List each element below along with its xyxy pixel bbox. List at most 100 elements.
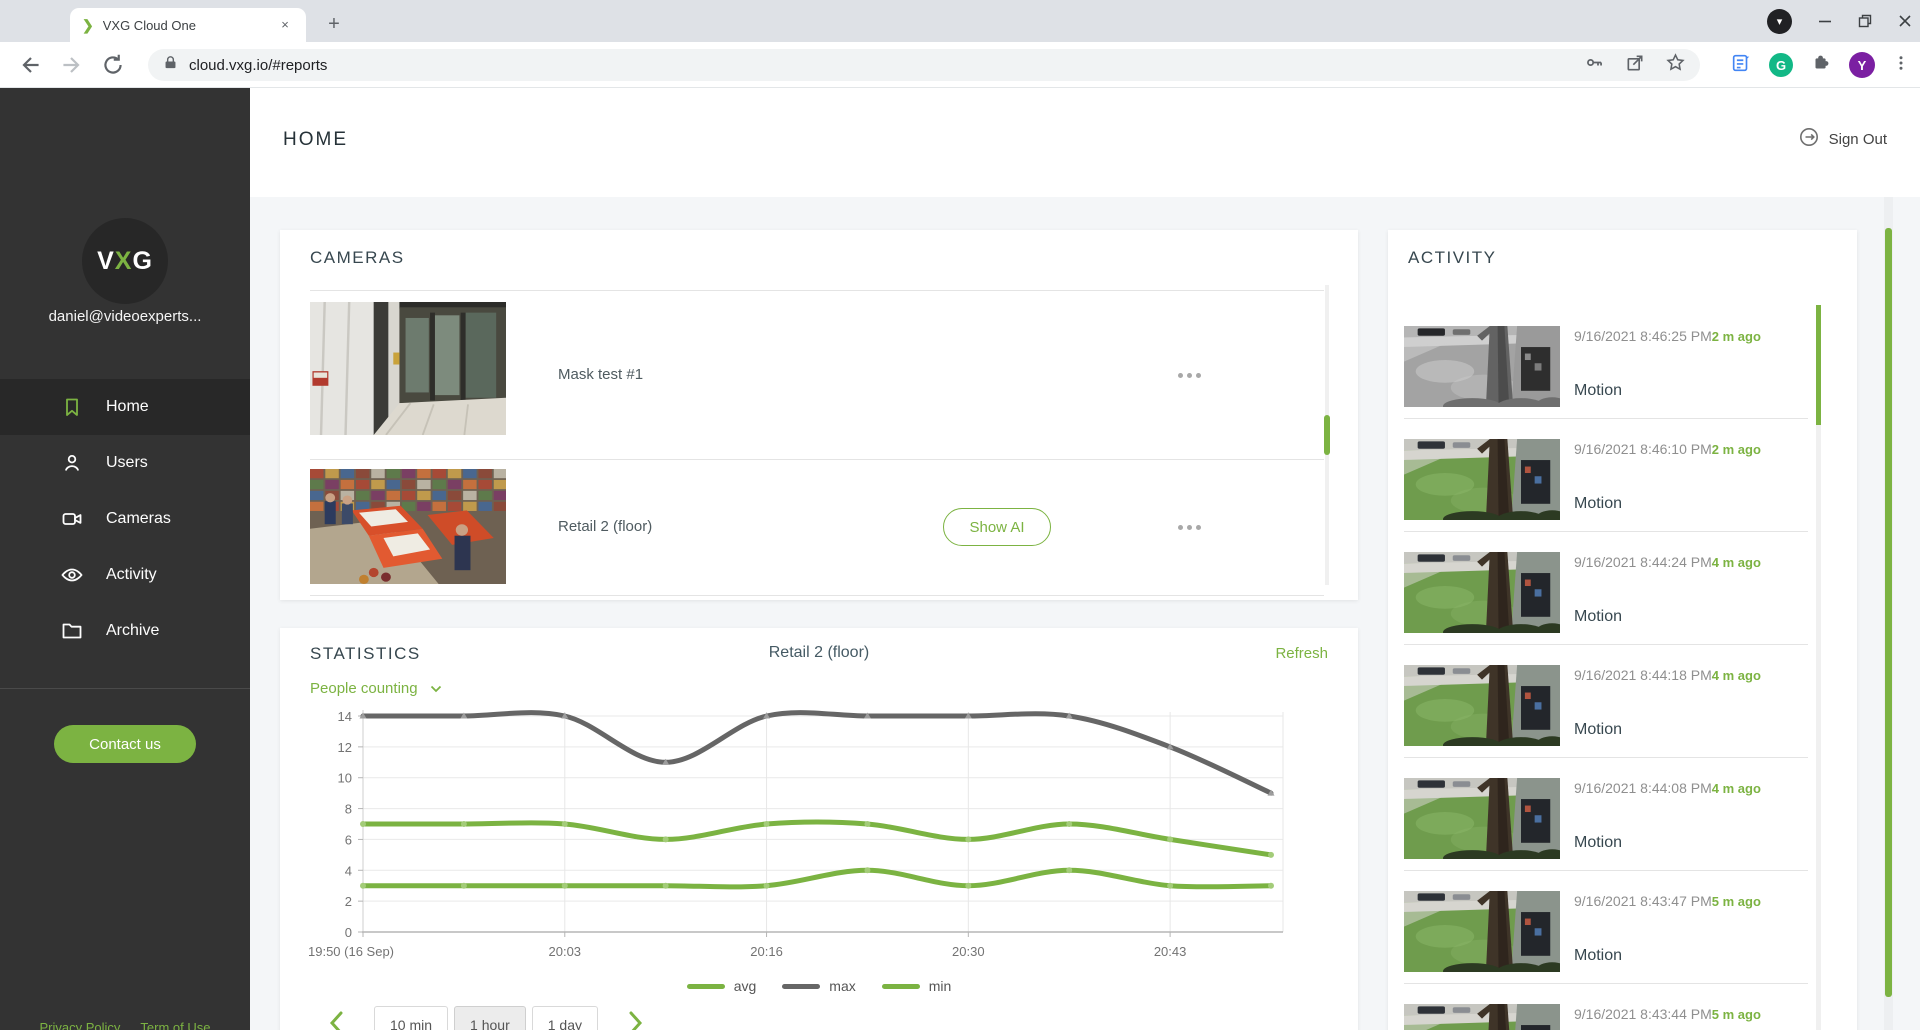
profile-avatar[interactable]: Y: [1849, 52, 1875, 78]
metric-dropdown[interactable]: People counting: [310, 680, 442, 697]
event-time-ago: 4 m ago: [1712, 668, 1761, 683]
camera-thumbnail[interactable]: [310, 469, 506, 584]
close-window-button[interactable]: [1898, 14, 1912, 28]
user-email: daniel@videoexperts...: [0, 308, 250, 325]
event-type-label: Motion: [1574, 721, 1622, 739]
activity-event[interactable]: 9/16/2021 8:43:47 PM5 m agoMotion: [1388, 891, 1857, 1004]
privacy-policy-link[interactable]: Privacy Policy: [40, 1020, 121, 1030]
sign-out-icon: [1798, 126, 1820, 152]
address-bar[interactable]: cloud.vxg.io/#reports: [148, 49, 1700, 81]
activity-event[interactable]: 9/16/2021 8:44:08 PM4 m agoMotion: [1388, 778, 1857, 891]
lock-icon: [162, 54, 179, 76]
svg-text:10: 10: [338, 771, 352, 786]
activity-event[interactable]: 9/16/2021 8:44:18 PM4 m ago Motion: [1388, 665, 1857, 778]
browser-menu-kebab-icon[interactable]: [1892, 54, 1910, 77]
event-timestamp: 9/16/2021 8:46:10 PM2 m ago: [1574, 441, 1761, 457]
event-thumbnail[interactable]: [1404, 326, 1560, 407]
password-key-icon[interactable]: [1584, 52, 1605, 78]
grammarly-extension-icon[interactable]: G: [1769, 53, 1793, 77]
camera-row[interactable]: Retail 2 (floor)Show AI: [280, 459, 1358, 595]
event-thumbnail[interactable]: [1404, 891, 1560, 972]
legend-item-max[interactable]: max: [782, 978, 855, 994]
activity-scrollbar-thumb[interactable]: [1816, 305, 1821, 425]
svg-text:6: 6: [345, 832, 352, 847]
event-thumbnail[interactable]: [1404, 439, 1560, 520]
range-button-1-day[interactable]: 1 day: [532, 1006, 598, 1030]
sidebar-item-label: Home: [106, 398, 149, 416]
legend-swatch: [687, 984, 725, 989]
extensions-puzzle-icon[interactable]: [1810, 52, 1832, 79]
legend-label: max: [829, 978, 855, 994]
camera-menu-kebab-icon[interactable]: [1178, 373, 1201, 378]
event-timestamp: 9/16/2021 8:44:08 PM4 m ago: [1574, 780, 1761, 796]
event-thumbnail[interactable]: [1404, 1004, 1560, 1030]
range-button-1-hour[interactable]: 1 hour: [454, 1006, 526, 1030]
tab-close-icon[interactable]: ×: [276, 16, 294, 34]
chevron-right-icon[interactable]: [624, 1010, 646, 1030]
url-text[interactable]: cloud.vxg.io/#reports: [189, 57, 1584, 74]
svg-text:12: 12: [338, 740, 352, 755]
activity-event[interactable]: 9/16/2021 8:43:44 PM5 m agoMotion: [1388, 1004, 1857, 1030]
cameras-scrollbar-thumb[interactable]: [1324, 415, 1330, 455]
svg-text:4: 4: [345, 863, 352, 878]
forward-icon[interactable]: [58, 52, 84, 78]
divider: [1404, 531, 1808, 532]
svg-text:19:50 (16 Sep): 19:50 (16 Sep): [308, 944, 394, 959]
folder-icon: [60, 619, 84, 643]
sign-out-label: Sign Out: [1829, 131, 1887, 148]
event-thumbnail[interactable]: [1404, 552, 1560, 633]
bookmark-star-icon[interactable]: [1665, 52, 1686, 78]
camera-thumbnail[interactable]: [310, 302, 506, 435]
event-time-ago: 4 m ago: [1712, 781, 1761, 796]
event-timestamp: 9/16/2021 8:46:25 PM2 m ago: [1574, 328, 1761, 344]
user-icon: [60, 451, 84, 475]
activity-scrollbar[interactable]: [1816, 305, 1821, 1030]
svg-text:20:30: 20:30: [952, 944, 985, 959]
terms-of-use-link[interactable]: Term of Use: [140, 1020, 210, 1030]
range-button-10-min[interactable]: 10 min: [374, 1006, 448, 1030]
sidebar-item-activity[interactable]: Activity: [0, 547, 250, 603]
statistics-chart: 0246810121419:50 (16 Sep)20:0320:1620:30…: [308, 708, 1293, 971]
browser-update-icon[interactable]: ▾: [1767, 9, 1792, 34]
minimize-button[interactable]: [1818, 14, 1832, 28]
activity-event[interactable]: 9/16/2021 8:46:25 PM2 m ago Motion: [1388, 326, 1857, 439]
event-type-label: Motion: [1574, 382, 1622, 400]
camera-row[interactable]: Mask test #1: [280, 290, 1358, 459]
browser-tab[interactable]: ❯ VXG Cloud One ×: [70, 8, 306, 42]
event-time-ago: 5 m ago: [1712, 1007, 1761, 1022]
svg-text:14: 14: [338, 709, 352, 724]
page-scrollbar[interactable]: [1884, 197, 1893, 1030]
event-thumbnail[interactable]: [1404, 778, 1560, 859]
event-timestamp: 9/16/2021 8:44:18 PM4 m ago: [1574, 667, 1761, 683]
restore-button[interactable]: [1858, 14, 1872, 28]
sidebar-item-home[interactable]: Home: [0, 379, 250, 435]
chevron-left-icon[interactable]: [326, 1010, 348, 1030]
divider: [1404, 983, 1808, 984]
sidebar-divider: [0, 688, 250, 689]
event-timestamp: 9/16/2021 8:43:47 PM5 m ago: [1574, 893, 1761, 909]
refresh-icon[interactable]: [100, 52, 126, 78]
activity-event[interactable]: 9/16/2021 8:44:24 PM4 m agoMotion: [1388, 552, 1857, 665]
show-ai-button[interactable]: Show AI: [943, 508, 1051, 546]
new-tab-button[interactable]: +: [322, 13, 346, 37]
sign-out-button[interactable]: Sign Out: [1798, 126, 1887, 152]
back-icon[interactable]: [18, 52, 44, 78]
svg-text:20:16: 20:16: [750, 944, 783, 959]
activity-event[interactable]: 9/16/2021 8:46:10 PM2 m agoMotion: [1388, 439, 1857, 552]
logo-x: X: [115, 247, 133, 276]
refresh-link[interactable]: Refresh: [1275, 645, 1328, 662]
legend-item-min[interactable]: min: [882, 978, 952, 994]
event-thumbnail[interactable]: [1404, 665, 1560, 746]
cameras-scrollbar[interactable]: [1325, 285, 1329, 585]
page-scrollbar-thumb[interactable]: [1885, 228, 1892, 997]
reading-list-icon[interactable]: [1730, 52, 1752, 79]
camera-menu-kebab-icon[interactable]: [1178, 525, 1201, 530]
legend-label: min: [929, 978, 952, 994]
divider: [310, 595, 1324, 596]
open-in-new-icon[interactable]: [1625, 53, 1645, 78]
contact-us-button[interactable]: Contact us: [54, 725, 196, 763]
sidebar-item-users[interactable]: Users: [0, 435, 250, 491]
sidebar-item-cameras[interactable]: Cameras: [0, 491, 250, 547]
legend-item-avg[interactable]: avg: [687, 978, 757, 994]
sidebar-item-archive[interactable]: Archive: [0, 603, 250, 659]
